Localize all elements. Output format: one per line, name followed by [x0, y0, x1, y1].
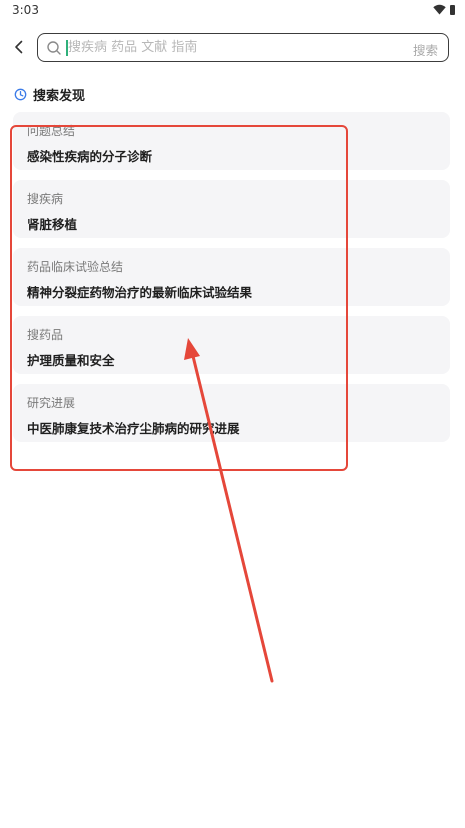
search-button[interactable]: 搜索 [413, 40, 438, 59]
status-icons [433, 4, 455, 15]
discover-item[interactable]: 搜药品 护理质量和安全 [13, 316, 450, 374]
discover-item[interactable]: 药品临床试验总结 精神分裂症药物治疗的最新临床试验结果 [13, 248, 450, 306]
discover-item[interactable]: 搜疾病 肾脏移植 [13, 180, 450, 238]
chevron-left-icon [15, 40, 23, 54]
search-box[interactable]: 搜索 [37, 33, 449, 62]
item-title: 感染性疾病的分子诊断 [27, 149, 153, 164]
discover-item[interactable]: 研究进展 中医肺康复技术治疗尘肺病的研究进展 [13, 384, 450, 442]
battery-icon [450, 4, 455, 15]
item-title: 护理质量和安全 [27, 353, 115, 368]
back-button[interactable] [8, 36, 30, 58]
text-cursor [66, 40, 68, 56]
item-title: 肾脏移植 [27, 217, 78, 232]
section-title: 搜索发现 [33, 89, 86, 104]
search-input[interactable] [66, 37, 398, 58]
item-category: 药品临床试验总结 [27, 260, 124, 274]
discover-header: 搜索发现 [14, 85, 85, 104]
item-category: 研究进展 [27, 396, 76, 410]
item-category: 搜药品 [27, 328, 64, 342]
discover-item[interactable]: 问题总结 感染性疾病的分子诊断 [13, 112, 450, 170]
search-icon [47, 41, 61, 55]
clock-icon [14, 88, 27, 101]
status-bar: 3:03 [0, 0, 465, 22]
wifi-icon [433, 4, 446, 15]
item-title: 中医肺康复技术治疗尘肺病的研究进展 [27, 421, 240, 436]
item-category: 搜疾病 [27, 192, 64, 206]
status-time: 3:03 [12, 3, 39, 17]
item-title: 精神分裂症药物治疗的最新临床试验结果 [27, 285, 253, 300]
item-category: 问题总结 [27, 124, 76, 138]
